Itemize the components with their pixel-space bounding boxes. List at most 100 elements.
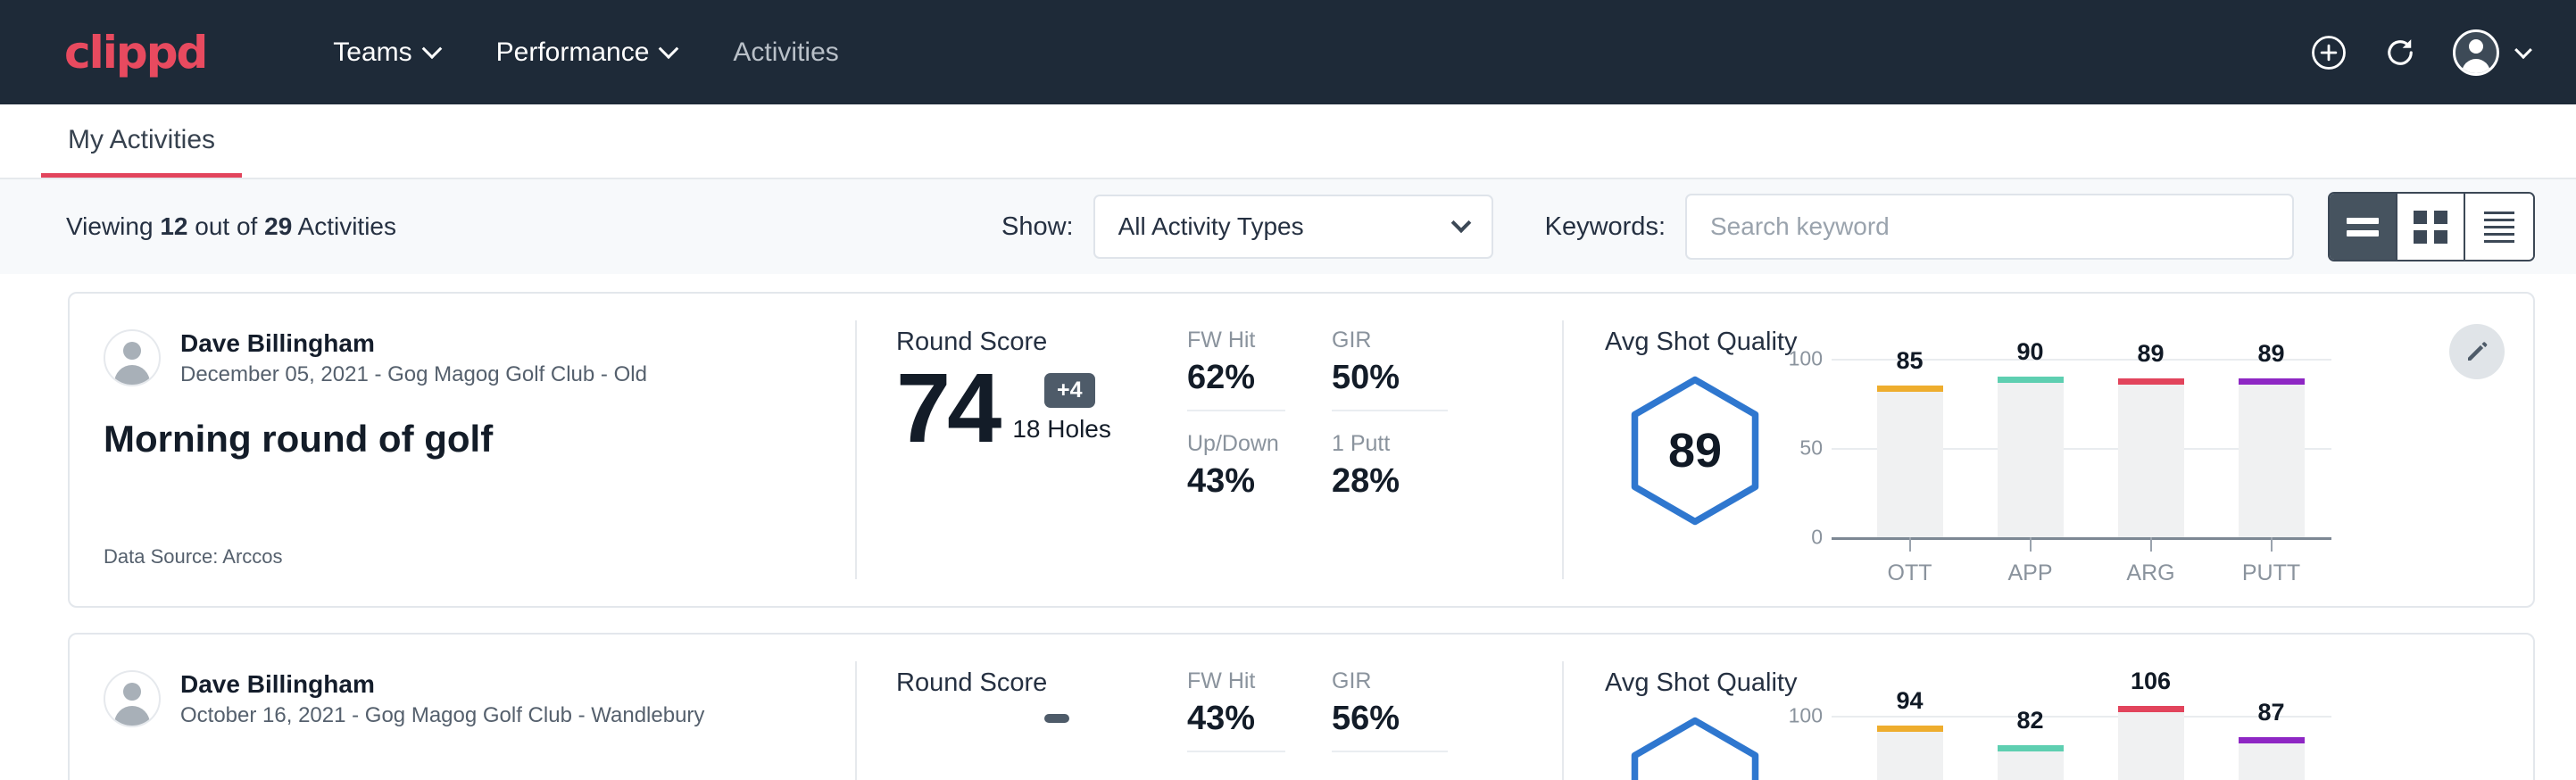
chart-bar-group: 106ARG bbox=[2090, 700, 2211, 780]
filter-toolbar: Viewing 12 out of 29 Activities Show: Al… bbox=[0, 179, 2576, 274]
round-score-row: 74 +4 18 Holes bbox=[896, 362, 1178, 456]
chart-bar-value: 87 bbox=[2257, 699, 2284, 726]
holes-played: 18 Holes bbox=[1012, 415, 1111, 456]
grid-icon-square bbox=[2414, 230, 2427, 244]
stat-value: 50% bbox=[1332, 359, 1448, 397]
keywords-label: Keywords: bbox=[1545, 212, 1666, 242]
stat-label: FW Hit bbox=[1187, 668, 1285, 694]
player-header: Dave Billingham December 05, 2021 - Gog … bbox=[104, 328, 855, 387]
account-menu-button[interactable] bbox=[2453, 29, 2530, 76]
show-label: Show: bbox=[1001, 212, 1074, 242]
nav-item-teams-label: Teams bbox=[333, 37, 411, 68]
chart-y-tick-label: 100 bbox=[1769, 704, 1823, 728]
tab-my-activities[interactable]: My Activities bbox=[41, 125, 242, 178]
chart-bar bbox=[2239, 737, 2305, 780]
chart-bar bbox=[1877, 726, 1943, 780]
chart-bar-cap bbox=[1998, 377, 2064, 383]
activity-card[interactable]: Dave Billingham October 16, 2021 - Gog M… bbox=[68, 633, 2535, 780]
data-source: Data Source: Arccos bbox=[104, 545, 283, 568]
add-activity-button[interactable] bbox=[2310, 34, 2347, 71]
list-icon-bar bbox=[2347, 218, 2379, 224]
compact-icon-line bbox=[2484, 212, 2514, 214]
avatar-body bbox=[114, 706, 150, 726]
chart-bar-cap bbox=[1877, 386, 1943, 392]
nav-item-performance[interactable]: Performance bbox=[468, 27, 705, 79]
shot-quality-value bbox=[1628, 717, 1762, 780]
chevron-down-icon bbox=[659, 38, 679, 59]
chart-bar bbox=[1998, 745, 2064, 780]
stat-label: Up/Down bbox=[1187, 431, 1285, 457]
activity-summary: Dave Billingham October 16, 2021 - Gog M… bbox=[70, 635, 855, 780]
round-score-block: Round Score 74 +4 18 Holes bbox=[857, 294, 1178, 606]
shot-quality-label: Avg Shot Quality bbox=[1605, 328, 2533, 357]
round-score-label: Round Score bbox=[896, 668, 1178, 698]
chart-bar-value: 82 bbox=[2016, 707, 2043, 734]
stat-value: 56% bbox=[1332, 700, 1448, 738]
chart-bar-cap bbox=[2239, 737, 2305, 743]
chart-bar-value: 89 bbox=[2257, 340, 2284, 368]
activity-title: Morning round of golf bbox=[104, 418, 855, 461]
chart-bar-group: 85OTT bbox=[1849, 359, 1970, 537]
viewing-middle: out of bbox=[195, 212, 257, 240]
list-icon-bar bbox=[2347, 230, 2379, 236]
chart-y-tick-label: 0 bbox=[1769, 526, 1823, 550]
view-toggle-compact[interactable] bbox=[2465, 194, 2533, 260]
chart-bar-group: 94OTT bbox=[1849, 700, 1970, 780]
chart-bar-value: 94 bbox=[1896, 687, 1923, 715]
shot-quality-hexagon bbox=[1628, 717, 1762, 780]
account-avatar-icon bbox=[2453, 29, 2499, 76]
nav-item-performance-label: Performance bbox=[496, 37, 650, 68]
stat-gir: GIR 56% bbox=[1332, 668, 1448, 752]
nav-actions bbox=[2310, 29, 2530, 76]
player-name: Dave Billingham bbox=[180, 328, 647, 359]
chart-x-tick-label: OTT bbox=[1888, 560, 1932, 586]
avatar-body bbox=[114, 365, 150, 385]
toolbar-controls: Show: All Activity Types Keywords: bbox=[1001, 192, 2535, 261]
refresh-button[interactable] bbox=[2381, 34, 2419, 71]
chart-bar-value: 106 bbox=[2131, 668, 2171, 695]
grid-icon-square bbox=[2434, 211, 2447, 224]
grid-icon-row bbox=[2414, 230, 2447, 244]
avatar-head bbox=[123, 342, 141, 360]
compact-icon-line bbox=[2484, 233, 2514, 236]
view-toggle-grid[interactable] bbox=[2397, 194, 2465, 260]
chart-bar-cap bbox=[1877, 726, 1943, 732]
stat-value: 43% bbox=[1187, 700, 1285, 738]
nav-item-teams[interactable]: Teams bbox=[304, 27, 467, 79]
chart-x-tick-label: APP bbox=[2007, 560, 2052, 586]
search-input[interactable] bbox=[1685, 194, 2294, 260]
stats-block: FW Hit 62% GIR 50% Up/Down 43% 1 Putt 28… bbox=[1178, 294, 1562, 606]
chart-bar-cap bbox=[2118, 378, 2184, 385]
stat-label: GIR bbox=[1332, 328, 1448, 353]
chart-bar-group: 89ARG bbox=[2090, 359, 2211, 537]
score-to-par-badge: +4 bbox=[1044, 373, 1095, 408]
view-toggle-list[interactable] bbox=[2330, 194, 2397, 260]
chart-bar-group: 89PUTT bbox=[2211, 359, 2331, 537]
activity-meta: October 16, 2021 - Gog Magog Golf Club -… bbox=[180, 703, 704, 728]
chart-bar-value: 90 bbox=[2016, 338, 2043, 366]
avatar bbox=[104, 670, 161, 727]
activity-meta: December 05, 2021 - Gog Magog Golf Club … bbox=[180, 362, 647, 387]
chart-bars: 85OTT90APP89ARG89PUTT bbox=[1849, 359, 2331, 537]
chart-bar bbox=[2118, 706, 2184, 780]
compact-icon-line bbox=[2484, 219, 2514, 221]
score-to-par-badge bbox=[1044, 714, 1069, 723]
chart-bar bbox=[1998, 377, 2064, 537]
shot-quality-value: 89 bbox=[1628, 376, 1762, 526]
chevron-down-icon bbox=[421, 38, 442, 59]
activity-type-select[interactable]: All Activity Types bbox=[1093, 195, 1493, 259]
avatar-head bbox=[123, 683, 141, 701]
avatar bbox=[104, 329, 161, 386]
activity-card[interactable]: Dave Billingham December 05, 2021 - Gog … bbox=[68, 292, 2535, 608]
edit-activity-button[interactable] bbox=[2449, 324, 2505, 379]
grid-icon-square bbox=[2414, 211, 2427, 224]
grid-icon-square bbox=[2434, 230, 2447, 244]
top-navigation-bar: clippd Teams Performance Activities bbox=[0, 0, 2576, 104]
clippd-logo[interactable]: clippd bbox=[64, 30, 206, 75]
stat-value: 62% bbox=[1187, 359, 1285, 397]
nav-item-activities[interactable]: Activities bbox=[704, 27, 867, 79]
pencil-icon bbox=[2464, 338, 2490, 365]
chart-bar bbox=[1877, 386, 1943, 537]
player-header: Dave Billingham October 16, 2021 - Gog M… bbox=[104, 668, 855, 728]
stat-gir: GIR 50% bbox=[1332, 328, 1448, 411]
